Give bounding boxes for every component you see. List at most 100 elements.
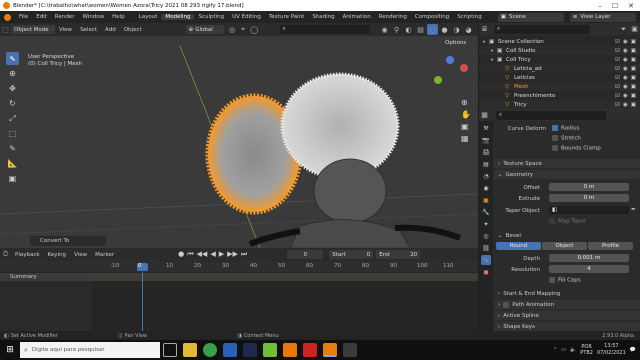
tab-rendering[interactable]: Rendering bbox=[375, 14, 411, 20]
view-layer-selector[interactable]: ≡ View Layer bbox=[569, 12, 636, 22]
shading-wire-icon[interactable]: ◌ bbox=[427, 24, 438, 35]
checkbox-icon[interactable]: ☑ bbox=[615, 66, 620, 72]
clock-date[interactable]: 07/02/2021 bbox=[597, 350, 626, 357]
fill-caps-checkbox[interactable]: Fill Caps bbox=[549, 277, 581, 284]
options-button[interactable]: Options bbox=[442, 38, 470, 47]
tab-uv-editing[interactable]: UV Editing bbox=[228, 14, 265, 20]
eye-icon[interactable]: ◉ bbox=[623, 75, 628, 81]
axis-y-icon[interactable] bbox=[434, 76, 442, 84]
checkbox-icon[interactable]: ☑ bbox=[615, 57, 620, 63]
taskbar-search[interactable]: ⌕ Digite aqui para pesquisar bbox=[20, 342, 160, 358]
snap-icon[interactable]: ⌖ bbox=[238, 24, 249, 35]
world-tab-icon[interactable]: ◉ bbox=[481, 183, 491, 193]
particles-tab-icon[interactable]: ✦ bbox=[481, 219, 491, 229]
blender-menu-icon[interactable] bbox=[4, 13, 11, 21]
camera-icon[interactable]: ▣ bbox=[631, 75, 636, 81]
annotate-tool-icon[interactable]: ✎ bbox=[6, 142, 19, 155]
tab-shading[interactable]: Shading bbox=[308, 14, 338, 20]
volume-icon[interactable]: 🔈 bbox=[570, 347, 576, 353]
path-anim-checkbox-icon[interactable] bbox=[503, 301, 510, 308]
network-icon[interactable]: ▭ bbox=[561, 347, 566, 353]
perspective-icon[interactable]: ▦ bbox=[461, 134, 469, 143]
tab-sculpting[interactable]: Sculpting bbox=[194, 14, 228, 20]
timeline-editor-icon[interactable]: ⏱ bbox=[0, 249, 11, 260]
outliner-editor-icon[interactable]: ≣ bbox=[479, 24, 490, 35]
offset-field[interactable]: 0 m bbox=[549, 183, 629, 191]
texture-space-header[interactable]: › Texture Space bbox=[494, 159, 640, 168]
chrome-icon[interactable] bbox=[203, 343, 217, 357]
data-tab-icon[interactable]: ∿ bbox=[481, 255, 491, 265]
move-tool-icon[interactable]: ✥ bbox=[6, 82, 19, 95]
viewport-menu-view[interactable]: View bbox=[55, 27, 76, 33]
menu-window[interactable]: Window bbox=[78, 14, 108, 20]
scale-tool-icon[interactable]: ⤢ bbox=[6, 112, 19, 125]
app-green-icon[interactable] bbox=[263, 343, 277, 357]
camera-icon[interactable]: ▣ bbox=[461, 122, 469, 131]
tab-layout[interactable]: Layout bbox=[135, 14, 162, 20]
end-frame-field[interactable]: End 20 bbox=[376, 250, 421, 259]
checkbox-icon[interactable]: ☑ bbox=[615, 75, 620, 81]
explorer-icon[interactable] bbox=[183, 343, 197, 357]
jump-start-icon[interactable]: ⏮ bbox=[187, 250, 193, 259]
timeline-menu-marker[interactable]: Marker bbox=[91, 252, 118, 258]
zoom-icon[interactable]: ⊕ bbox=[461, 98, 468, 107]
pivot-icon[interactable]: ◎ bbox=[227, 24, 238, 35]
shading-material-icon[interactable]: ◑ bbox=[451, 24, 462, 35]
proportional-icon[interactable]: ◯ bbox=[249, 24, 260, 35]
minimize-icon[interactable]: – bbox=[598, 2, 602, 10]
start-end-header[interactable]: › Start & End Mapping bbox=[494, 289, 640, 298]
timeline-menu-playback[interactable]: Playback bbox=[11, 252, 44, 258]
bounds-clamp-checkbox[interactable]: Bounds Clamp bbox=[552, 145, 601, 152]
shading-render-icon[interactable]: ◕ bbox=[463, 24, 474, 35]
transform-tool-icon[interactable]: ⬚ bbox=[6, 127, 19, 140]
active-spline-header[interactable]: › Active Spline bbox=[494, 311, 640, 320]
xray-icon[interactable]: ▤ bbox=[415, 24, 426, 35]
maximize-icon[interactable]: ☐ bbox=[612, 2, 618, 10]
blender-task-icon[interactable] bbox=[323, 343, 337, 357]
depth-field[interactable]: 0.001 m bbox=[549, 254, 629, 262]
current-frame-field[interactable]: 0 bbox=[287, 250, 324, 259]
pdf-icon[interactable] bbox=[303, 343, 317, 357]
filter-icon[interactable]: ⏷ bbox=[618, 24, 629, 35]
scene-tab-icon[interactable]: ◔ bbox=[481, 171, 491, 181]
eye-icon[interactable]: ◉ bbox=[623, 66, 628, 72]
eye-icon[interactable]: ◉ bbox=[623, 57, 628, 63]
checkbox-icon[interactable]: ☑ bbox=[615, 48, 620, 54]
record-icon[interactable]: ● bbox=[178, 250, 184, 259]
checkbox-icon[interactable]: ☑ bbox=[615, 39, 620, 45]
path-animation-header[interactable]: › Path Animation bbox=[494, 300, 640, 309]
shading-solid-icon[interactable]: ● bbox=[439, 24, 450, 35]
menu-edit[interactable]: Edit bbox=[32, 14, 51, 20]
eyedropper-icon[interactable]: ✒ bbox=[631, 206, 636, 213]
rotate-tool-icon[interactable]: ↻ bbox=[6, 97, 19, 110]
outliner-item[interactable]: ▸ ▣ Scene Collection ☑ ◉ ▣ bbox=[479, 37, 640, 46]
map-taper-checkbox[interactable]: Map Taper bbox=[549, 218, 586, 225]
eye-icon[interactable]: ◉ bbox=[623, 93, 628, 99]
bevel-tab-round[interactable]: Round bbox=[496, 242, 541, 250]
measure-tool-icon[interactable]: 📐 bbox=[6, 157, 19, 170]
menu-help[interactable]: Help bbox=[108, 14, 129, 20]
extrude-field[interactable]: 0 m bbox=[549, 194, 629, 202]
eye-icon[interactable]: ◉ bbox=[623, 102, 628, 108]
navigation-gizmo[interactable] bbox=[430, 56, 470, 96]
output-tab-icon[interactable]: 🖨 bbox=[481, 147, 491, 157]
constraints-tab-icon[interactable]: ⛓ bbox=[481, 243, 491, 253]
summary-channel[interactable]: Summary bbox=[0, 273, 92, 281]
outliner-search[interactable]: ⌕ bbox=[494, 24, 590, 34]
tab-texture-paint[interactable]: Texture Paint bbox=[265, 14, 309, 20]
taper-object-field[interactable]: ◧ bbox=[549, 206, 629, 214]
geometry-header[interactable]: ⌄ Geometry bbox=[494, 170, 640, 179]
cursor-tool-icon[interactable]: ⊕ bbox=[6, 67, 19, 80]
bevel-tab-object[interactable]: Object bbox=[542, 242, 587, 250]
outliner-item[interactable]: ▽ Preenchimento ☑ ◉ ▣ bbox=[479, 91, 640, 100]
menu-render[interactable]: Render bbox=[51, 14, 79, 20]
outliner-item[interactable]: ▸ ▣ Coll Studio ☑ ◉ ▣ bbox=[479, 46, 640, 55]
playhead-line[interactable] bbox=[142, 272, 143, 331]
jump-end-icon[interactable]: ⏭ bbox=[241, 250, 247, 259]
checkbox-icon[interactable]: ☑ bbox=[615, 84, 620, 90]
timeline-ruler[interactable] bbox=[0, 261, 478, 272]
camera-icon[interactable]: ▣ bbox=[631, 93, 636, 99]
viewport-menu-add[interactable]: Add bbox=[101, 27, 120, 33]
timeline-menu-view[interactable]: View bbox=[70, 252, 91, 258]
scene-selector[interactable]: ▣ Scene bbox=[497, 12, 564, 22]
